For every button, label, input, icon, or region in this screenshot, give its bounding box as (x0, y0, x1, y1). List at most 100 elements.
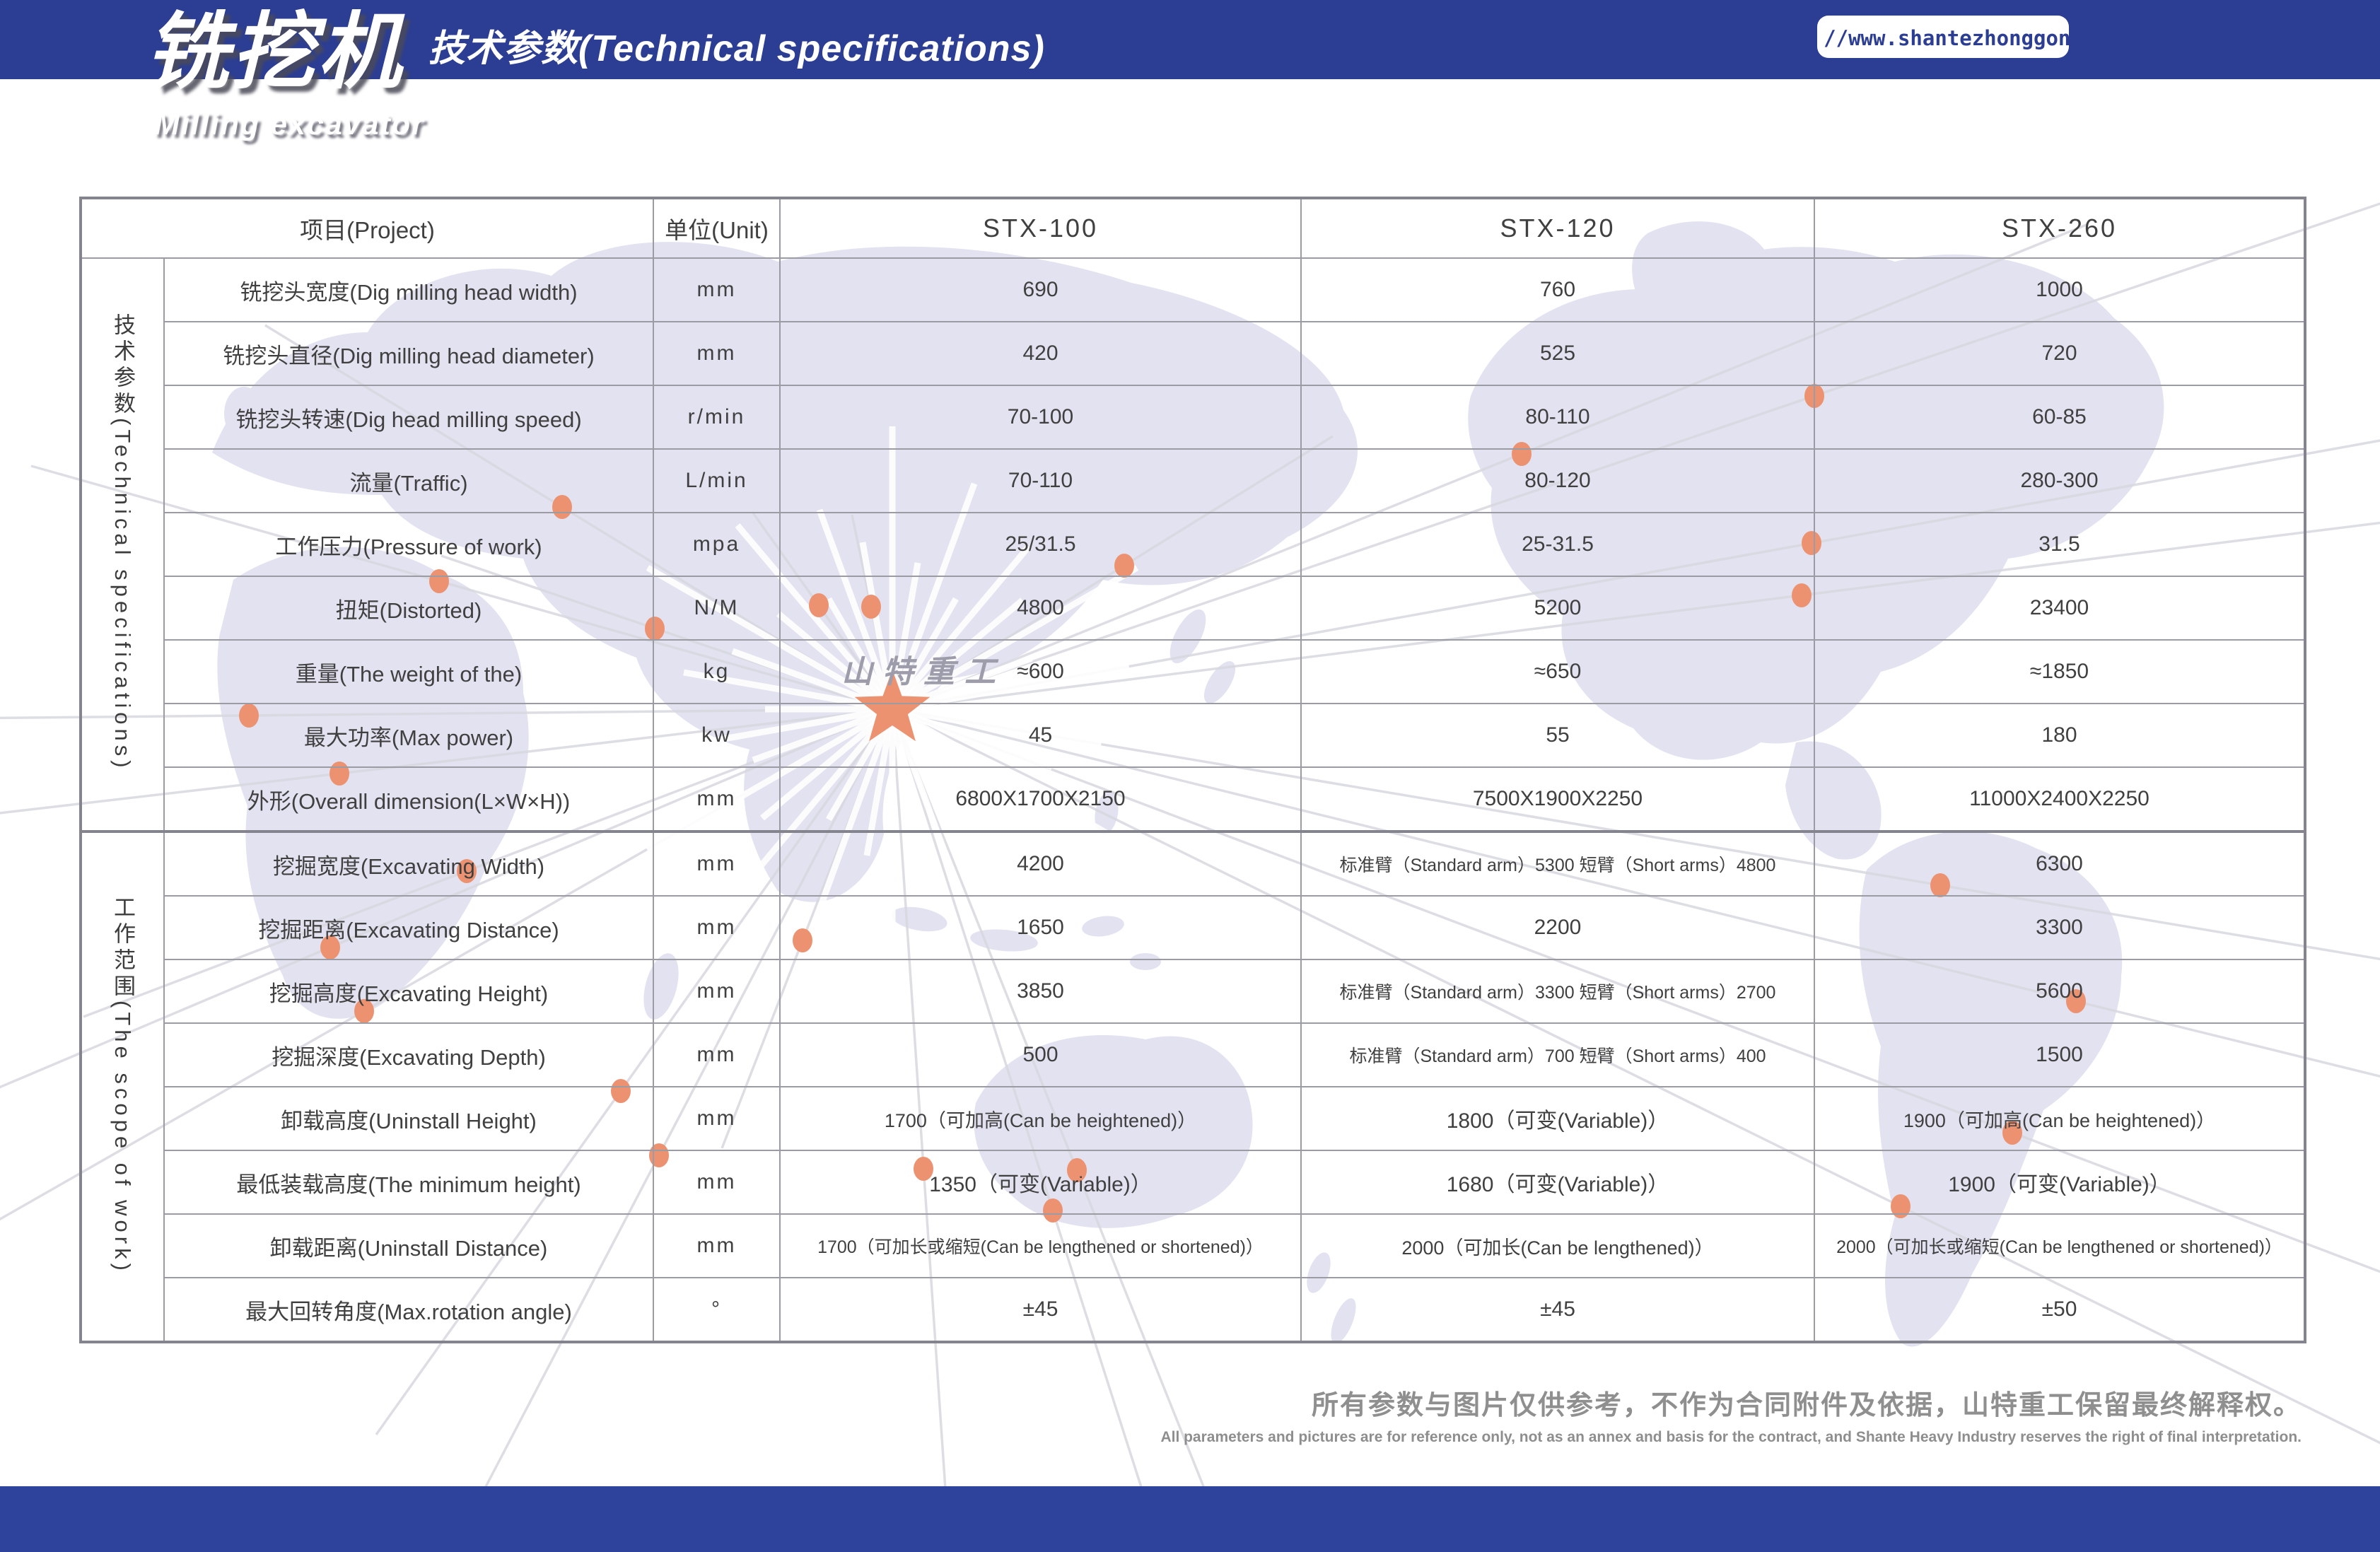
value-cell-stx-260: 6300 (1814, 832, 2305, 896)
disclaimer-chinese: 所有参数与图片仅供参考，不作为合同附件及依据，山特重工保留最终解释权。 (1160, 1383, 2302, 1422)
value-cell-stx-260: 1900（可加高(Can be heightened)） (1814, 1087, 2305, 1150)
value-cell-stx-260: 720 (1814, 322, 2305, 385)
value-cell-stx-100: 45 (780, 704, 1301, 767)
unit-cell: N/M (653, 576, 780, 640)
value-cell-stx-120: 5200 (1301, 576, 1814, 640)
table-row: 最低装载高度(The minimum height)mm1350（可变(Vari… (81, 1150, 2305, 1214)
value-cell-stx-120: 80-110 (1301, 385, 1814, 449)
value-cell-stx-120: 80-120 (1301, 449, 1814, 513)
table-row: 挖掘高度(Excavating Height)mm3850标准臂（Standar… (81, 959, 2305, 1023)
row-name-cell: 最低装载高度(The minimum height) (164, 1150, 653, 1214)
spec-table: 项目(Project)单位(Unit)STX-100STX-120STX-260… (79, 197, 2306, 1343)
table-row: 技术参数(Technical specifications)铣挖头宽度(Dig … (81, 258, 2305, 322)
value-cell-stx-100: 1700（可加长或缩短(Can be lengthened or shorten… (780, 1214, 1301, 1278)
value-cell-stx-100: 3850 (780, 959, 1301, 1023)
table-row: 铣挖头转速(Dig head milling speed)r/min70-100… (81, 385, 2305, 449)
value-cell-stx-100: 25/31.5 (780, 513, 1301, 576)
value-cell-stx-120: 7500X1900X2250 (1301, 767, 1814, 832)
row-group-label: 工作范围(The scope of work) (81, 832, 164, 1342)
value-cell-stx-120: ±45 (1301, 1278, 1814, 1342)
row-name-cell: 铣挖头直径(Dig milling head diameter) (164, 322, 653, 385)
unit-cell: mm (653, 832, 780, 896)
row-name-cell: 挖掘高度(Excavating Height) (164, 959, 653, 1023)
row-name-cell: 最大回转角度(Max.rotation angle) (164, 1278, 653, 1342)
value-cell-stx-260: 2000（可加长或缩短(Can be lengthened or shorten… (1814, 1214, 2305, 1278)
value-cell-stx-260: 180 (1814, 704, 2305, 767)
unit-cell: mm (653, 1214, 780, 1278)
unit-cell: mm (653, 1150, 780, 1214)
table-row: 最大功率(Max power)kw4555180 (81, 704, 2305, 767)
table-row: 铣挖头直径(Dig milling head diameter)mm420525… (81, 322, 2305, 385)
unit-cell: mm (653, 322, 780, 385)
table-row: 扭矩(Distorted)N/M4800520023400 (81, 576, 2305, 640)
unit-cell: mm (653, 1023, 780, 1087)
row-name-cell: 最大功率(Max power) (164, 704, 653, 767)
row-name-cell: 卸载高度(Uninstall Height) (164, 1087, 653, 1150)
row-group-label-text: 技术参数(Technical specifications) (107, 313, 139, 772)
unit-column-header: 单位(Unit) (653, 198, 780, 258)
value-cell-stx-120: 2000（可加长(Can be lengthened)） (1301, 1214, 1814, 1278)
value-cell-stx-120: 525 (1301, 322, 1814, 385)
unit-cell: mm (653, 896, 780, 959)
unit-cell: mm (653, 1087, 780, 1150)
row-group-label: 技术参数(Technical specifications) (81, 258, 164, 832)
website-url-text: Http：//www.shantezhonggong.com (1754, 22, 2132, 52)
value-cell-stx-100: 1650 (780, 896, 1301, 959)
value-cell-stx-100: 1700（可加高(Can be heightened)） (780, 1087, 1301, 1150)
table-row: 最大回转角度(Max.rotation angle)°±45±45±50 (81, 1278, 2305, 1342)
table-row: 卸载高度(Uninstall Height)mm1700（可加高(Can be … (81, 1087, 2305, 1150)
unit-cell: ° (653, 1278, 780, 1342)
unit-cell: r/min (653, 385, 780, 449)
table-row: 流量(Traffic)L/min70-11080-120280-300 (81, 449, 2305, 513)
value-cell-stx-100: 420 (780, 322, 1301, 385)
unit-cell: kw (653, 704, 780, 767)
value-cell-stx-260: ≈1850 (1814, 640, 2305, 704)
value-cell-stx-100: 4200 (780, 832, 1301, 896)
unit-cell: mm (653, 258, 780, 322)
value-cell-stx-260: 1500 (1814, 1023, 2305, 1087)
row-name-cell: 挖掘深度(Excavating Depth) (164, 1023, 653, 1087)
value-cell-stx-260: 5600 (1814, 959, 2305, 1023)
row-name-cell: 工作压力(Pressure of work) (164, 513, 653, 576)
row-name-cell: 卸载距离(Uninstall Distance) (164, 1214, 653, 1278)
model-column-header-stx-260: STX-260 (1814, 198, 2305, 258)
spec-table-body: 技术参数(Technical specifications)铣挖头宽度(Dig … (81, 258, 2305, 1342)
page-title: 技术参数(Technical specifications) (428, 18, 1045, 71)
value-cell-stx-100: 500 (780, 1023, 1301, 1087)
table-row: 挖掘距离(Excavating Distance)mm165022003300 (81, 896, 2305, 959)
unit-cell: mm (653, 959, 780, 1023)
table-row: 卸载距离(Uninstall Distance)mm1700（可加长或缩短(Ca… (81, 1214, 2305, 1278)
value-cell-stx-260: 3300 (1814, 896, 2305, 959)
value-cell-stx-260: 1900（可变(Variable)） (1814, 1150, 2305, 1214)
value-cell-stx-120: 760 (1301, 258, 1814, 322)
brand-logo-english: Milling excavator (154, 107, 425, 142)
value-cell-stx-100: 70-100 (780, 385, 1301, 449)
value-cell-stx-100: 1350（可变(Variable)） (780, 1150, 1301, 1214)
table-row: 工作压力(Pressure of work)mpa25/31.525-31.53… (81, 513, 2305, 576)
value-cell-stx-120: 55 (1301, 704, 1814, 767)
row-name-cell: 流量(Traffic) (164, 449, 653, 513)
value-cell-stx-260: 1000 (1814, 258, 2305, 322)
table-row: 挖掘深度(Excavating Depth)mm500标准臂（Standard … (81, 1023, 2305, 1087)
model-column-header-stx-100: STX-100 (780, 198, 1301, 258)
value-cell-stx-120: 标准臂（Standard arm）700 短臂（Short arms）400 (1301, 1023, 1814, 1087)
row-group-label-text: 工作范围(The scope of work) (107, 896, 139, 1275)
value-cell-stx-260: 11000X2400X2250 (1814, 767, 2305, 832)
row-name-cell: 挖掘距离(Excavating Distance) (164, 896, 653, 959)
spec-table-header: 项目(Project)单位(Unit)STX-100STX-120STX-260 (81, 198, 2305, 258)
unit-cell: mpa (653, 513, 780, 576)
value-cell-stx-120: 1800（可变(Variable)） (1301, 1087, 1814, 1150)
website-link[interactable]: Http：//www.shantezhonggong.com (1817, 16, 2069, 58)
value-cell-stx-100: 4800 (780, 576, 1301, 640)
unit-cell: mm (653, 767, 780, 832)
row-name-cell: 重量(The weight of the) (164, 640, 653, 704)
value-cell-stx-120: 2200 (1301, 896, 1814, 959)
value-cell-stx-120: 标准臂（Standard arm）5300 短臂（Short arms）4800 (1301, 832, 1814, 896)
project-column-header: 项目(Project) (81, 198, 653, 258)
unit-cell: kg (653, 640, 780, 704)
row-name-cell: 外形(Overall dimension(L×W×H)) (164, 767, 653, 832)
value-cell-stx-100: 6800X1700X2150 (780, 767, 1301, 832)
row-name-cell: 挖掘宽度(Excavating Width) (164, 832, 653, 896)
unit-cell: L/min (653, 449, 780, 513)
value-cell-stx-100: 690 (780, 258, 1301, 322)
